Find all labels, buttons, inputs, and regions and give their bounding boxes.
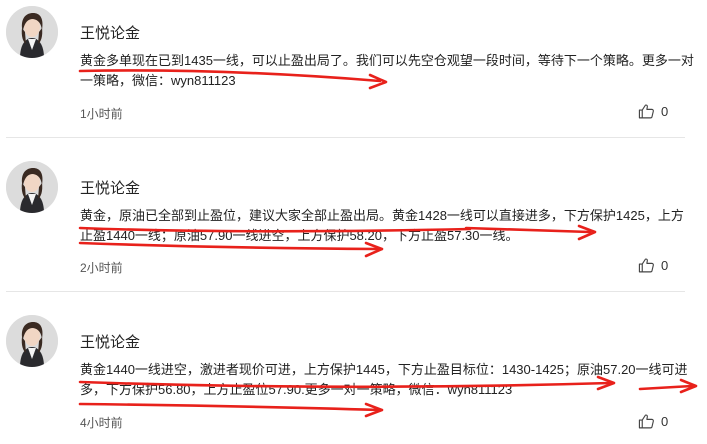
post-time: 1小时前 [80, 107, 123, 121]
thumbs-up-icon [638, 414, 654, 429]
like-count: 0 [661, 258, 669, 273]
post-content: 黄金多单现在已到1435一线，可以止盈出局了。我们可以先空仓观望一段时间，等待下… [80, 53, 694, 88]
like-count: 0 [661, 104, 669, 119]
post-time: 4小时前 [80, 416, 123, 430]
like-button[interactable]: 0 [638, 103, 668, 120]
divider [6, 291, 685, 292]
avatar[interactable] [6, 315, 58, 367]
author-name[interactable]: 王悦论金 [80, 331, 140, 352]
divider [6, 137, 685, 138]
feed-post: 王悦论金 黄金，原油已全部到止盈位，建议大家全部止盈出局。黄金1428一线可以直… [0, 155, 707, 290]
feed-post: 王悦论金 黄金多单现在已到1435一线，可以止盈出局了。我们可以先空仓观望一段时… [0, 0, 707, 135]
thumbs-up-icon [638, 258, 654, 273]
avatar-photo [6, 6, 58, 58]
author-name[interactable]: 王悦论金 [80, 22, 140, 43]
feed-post: 王悦论金 黄金1440一线进空，激进者现价可进，上方保护1445，下方止盈目标位… [0, 309, 707, 444]
post-time: 2小时前 [80, 261, 123, 275]
avatar[interactable] [6, 161, 58, 213]
thumbs-up-icon [638, 104, 654, 119]
like-button[interactable]: 0 [638, 257, 668, 274]
avatar[interactable] [6, 6, 58, 58]
post-content: 黄金1440一线进空，激进者现价可进，上方保护1445，下方止盈目标位：1430… [80, 362, 688, 397]
avatar-photo [6, 161, 58, 213]
like-count: 0 [661, 414, 669, 429]
post-content: 黄金，原油已全部到止盈位，建议大家全部止盈出局。黄金1428一线可以直接进多，下… [80, 208, 684, 243]
author-name[interactable]: 王悦论金 [80, 177, 140, 198]
avatar-photo [6, 315, 58, 367]
like-button[interactable]: 0 [638, 413, 668, 430]
